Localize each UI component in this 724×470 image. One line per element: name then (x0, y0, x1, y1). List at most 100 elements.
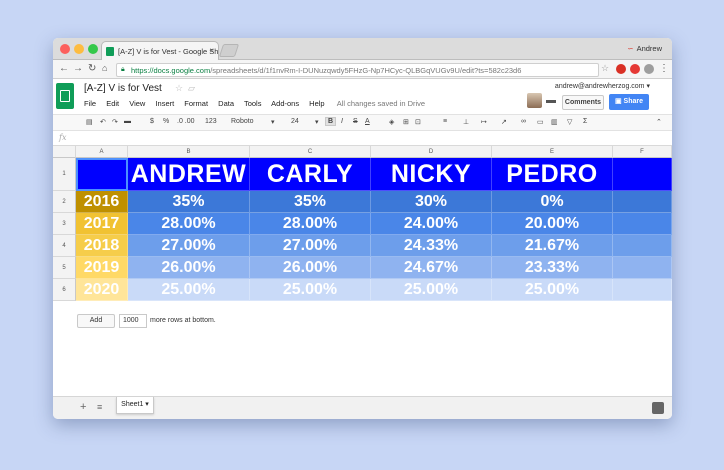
close-window-button[interactable] (60, 44, 70, 54)
value-cell[interactable]: 27.00% (250, 235, 371, 257)
bold-button[interactable]: B (325, 117, 337, 126)
tab-close-icon[interactable]: × (209, 46, 214, 55)
strikethrough-button[interactable]: S (353, 118, 358, 125)
name-header-cell[interactable]: PEDRO (492, 158, 613, 191)
value-cell[interactable]: 25.00% (371, 279, 492, 301)
menu-file[interactable]: File (84, 99, 96, 108)
menu-edit[interactable]: Edit (106, 99, 119, 108)
sheets-logo-icon[interactable] (56, 83, 74, 109)
value-cell[interactable]: 25.00% (250, 279, 371, 301)
value-cell[interactable]: 23.33% (492, 257, 613, 279)
row-header-5[interactable]: 5 (53, 257, 76, 279)
zoom-window-button[interactable] (88, 44, 98, 54)
insert-chart-icon[interactable]: ▥ (551, 118, 558, 126)
value-cell[interactable]: 28.00% (128, 213, 250, 235)
value-cell[interactable]: 24.00% (371, 213, 492, 235)
value-cell[interactable]: 25.00% (492, 279, 613, 301)
filter-icon[interactable]: ▽ (567, 118, 572, 126)
back-icon[interactable]: ← (59, 63, 69, 74)
name-header-cell[interactable]: CARLY (250, 158, 371, 191)
all-sheets-button[interactable]: ≡ (97, 402, 102, 412)
print-icon[interactable]: ▤ (86, 118, 93, 126)
menu-data[interactable]: Data (218, 99, 234, 108)
value-cell[interactable]: 20.00% (492, 213, 613, 235)
fill-color-icon[interactable]: ◈ (389, 118, 394, 126)
year-cell[interactable]: 2016 (76, 191, 128, 213)
currency-button[interactable]: $ (150, 118, 154, 125)
menu-insert[interactable]: Insert (155, 99, 174, 108)
value-cell[interactable]: 25.00% (128, 279, 250, 301)
font-size-select[interactable]: 24 (291, 118, 299, 125)
minimize-window-button[interactable] (74, 44, 84, 54)
value-cell[interactable]: 24.33% (371, 235, 492, 257)
name-header-cell[interactable]: NICKY (371, 158, 492, 191)
undo-icon[interactable]: ↶ (100, 118, 106, 126)
decimal-buttons[interactable]: .0 .00 (177, 118, 195, 125)
formula-bar[interactable]: fx (53, 132, 672, 146)
more-formats-button[interactable]: 123 (205, 118, 217, 125)
redo-icon[interactable]: ↷ (112, 118, 118, 126)
column-header-a[interactable]: A (76, 146, 128, 158)
font-family-select[interactable]: Roboto (231, 118, 254, 125)
star-icon[interactable]: ☆ (175, 83, 183, 94)
empty-cell-f[interactable] (613, 213, 672, 235)
row-header-4[interactable]: 4 (53, 235, 76, 257)
italic-button[interactable]: I (341, 118, 343, 125)
merge-cells-icon[interactable]: ⊡ (415, 118, 421, 126)
adblock-extension-icon[interactable] (630, 64, 640, 74)
empty-cell-f[interactable] (613, 279, 672, 301)
comments-button[interactable]: Comments (562, 95, 604, 110)
chat-icon[interactable]: ▬ (546, 95, 556, 106)
column-header-c[interactable]: C (250, 146, 371, 158)
cell-a1[interactable] (76, 158, 128, 191)
collaborator-avatar[interactable] (527, 93, 542, 108)
value-cell[interactable]: 24.67% (371, 257, 492, 279)
value-cell[interactable]: 35% (250, 191, 371, 213)
paint-format-icon[interactable]: ▬ (124, 118, 131, 125)
spreadsheet-grid[interactable]: A B C D E F 1 2 3 4 5 6 ANDREW CARLY NICKY PEDRO 2016 35%… (53, 146, 672, 310)
account-menu[interactable]: andrew@andrewherzog.com ▾ (555, 82, 650, 90)
row-header-2[interactable]: 2 (53, 191, 76, 213)
chrome-menu-icon[interactable]: ⋮ (659, 63, 669, 74)
profile-button[interactable]: ∽ Andrew (627, 44, 662, 53)
percent-button[interactable]: % (163, 118, 169, 125)
column-header-d[interactable]: D (371, 146, 492, 158)
select-all-corner[interactable] (53, 146, 76, 158)
value-cell[interactable]: 26.00% (250, 257, 371, 279)
horizontal-align-icon[interactable]: ≡ (443, 118, 447, 125)
bookmark-star-icon[interactable]: ☆ (601, 63, 609, 74)
menu-format[interactable]: Format (184, 99, 208, 108)
row-header-3[interactable]: 3 (53, 213, 76, 235)
menu-tools[interactable]: Tools (244, 99, 262, 108)
browser-tab[interactable]: [A-Z] V is for Vest - Google Sh × (101, 41, 219, 60)
menu-view[interactable]: View (129, 99, 145, 108)
value-cell[interactable]: 27.00% (128, 235, 250, 257)
cell-f1[interactable] (613, 158, 672, 191)
vertical-align-icon[interactable]: ⊥ (463, 118, 469, 126)
column-header-f[interactable]: F (613, 146, 672, 158)
drive-folder-icon[interactable]: ▱ (188, 83, 195, 94)
year-cell[interactable]: 2017 (76, 213, 128, 235)
sheet-tab-sheet1[interactable]: Sheet1 ▾ (116, 397, 154, 414)
value-cell[interactable]: 28.00% (250, 213, 371, 235)
text-color-button[interactable]: A (365, 118, 370, 125)
text-wrap-icon[interactable]: ↦ (481, 118, 487, 126)
year-cell[interactable]: 2018 (76, 235, 128, 257)
value-cell[interactable]: 35% (128, 191, 250, 213)
empty-cell-f[interactable] (613, 191, 672, 213)
extension-icon[interactable] (644, 64, 654, 74)
borders-icon[interactable]: ⊞ (403, 118, 409, 126)
home-icon[interactable]: ⌂ (102, 63, 107, 73)
reload-icon[interactable]: ↻ (88, 63, 96, 74)
year-cell[interactable]: 2019 (76, 257, 128, 279)
value-cell[interactable]: 21.67% (492, 235, 613, 257)
document-title[interactable]: [A-Z] V is for Vest (84, 83, 162, 94)
collapse-toolbar-icon[interactable]: ⌃ (656, 118, 662, 126)
year-cell[interactable]: 2020 (76, 279, 128, 301)
value-cell[interactable]: 30% (371, 191, 492, 213)
text-rotation-icon[interactable]: ↗ (501, 118, 507, 126)
empty-cell-f[interactable] (613, 235, 672, 257)
menu-addons[interactable]: Add-ons (271, 99, 299, 108)
value-cell[interactable]: 26.00% (128, 257, 250, 279)
forward-icon[interactable]: → (73, 63, 83, 74)
